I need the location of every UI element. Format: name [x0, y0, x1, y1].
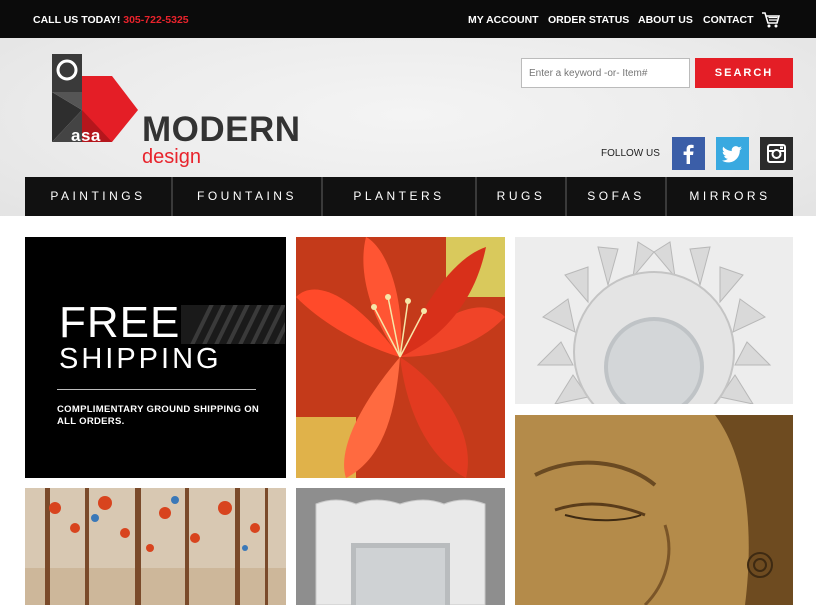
nav-about-us[interactable]: ABOUT US: [638, 14, 693, 26]
shopping-cart-icon[interactable]: [762, 12, 780, 28]
buddha-painting-image: [515, 415, 793, 605]
facebook-icon[interactable]: [672, 137, 705, 170]
product-tile-flower-painting[interactable]: [296, 237, 505, 478]
search-button[interactable]: SEARCH: [695, 58, 793, 88]
logo-small-text: asa: [71, 126, 101, 145]
call-us: CALL US TODAY! 305-722-5325: [33, 14, 189, 26]
logo-sub-text: design: [142, 146, 201, 168]
category-fountains[interactable]: FOUNTAINS: [173, 177, 321, 216]
product-tile-sunburst-mirror[interactable]: [515, 237, 793, 404]
forest-painting-image: [25, 488, 286, 605]
promo-details: COMPLIMENTARY GROUND SHIPPING ON ALL ORD…: [57, 404, 260, 427]
sunburst-mirror-image: [515, 237, 793, 404]
promo-headline: FREE: [59, 298, 181, 347]
flower-painting-image: [296, 237, 505, 478]
category-mirrors[interactable]: MIRRORS: [667, 177, 793, 216]
promo-divider: [57, 389, 256, 390]
instagram-icon[interactable]: [760, 137, 793, 170]
promo-subheadline: SHIPPING: [59, 343, 222, 375]
category-sofas[interactable]: SOFAS: [567, 177, 665, 216]
category-planters[interactable]: PLANTERS: [323, 177, 475, 216]
follow-us-label: FOLLOW US: [601, 148, 660, 159]
category-paintings[interactable]: PAINTINGS: [25, 177, 171, 216]
free-shipping-banner[interactable]: FREE SHIPPING COMPLIMENTARY GROUND SHIPP…: [25, 237, 286, 478]
product-tile-rectangular-mirror[interactable]: [296, 488, 505, 605]
twitter-icon[interactable]: [716, 137, 749, 170]
logo-main-text: MODERN: [142, 110, 301, 149]
rectangular-mirror-image: [296, 488, 505, 605]
search-input[interactable]: [521, 58, 690, 88]
top-bar: CALL US TODAY! 305-722-5325 MY ACCOUNT O…: [0, 0, 816, 38]
product-tile-buddha-painting[interactable]: [515, 415, 793, 605]
call-us-label: CALL US TODAY!: [33, 14, 121, 26]
category-rugs[interactable]: RUGS: [477, 177, 565, 216]
phone-number[interactable]: 305-722-5325: [123, 14, 188, 26]
stripes-graphic: [181, 305, 285, 344]
nav-contact[interactable]: CONTACT: [703, 14, 754, 26]
product-tile-forest-painting[interactable]: [25, 488, 286, 605]
nav-my-account[interactable]: MY ACCOUNT: [468, 14, 539, 26]
category-nav: PAINTINGS FOUNTAINS PLANTERS RUGS SOFAS …: [25, 177, 793, 216]
nav-order-status[interactable]: ORDER STATUS: [548, 14, 629, 26]
